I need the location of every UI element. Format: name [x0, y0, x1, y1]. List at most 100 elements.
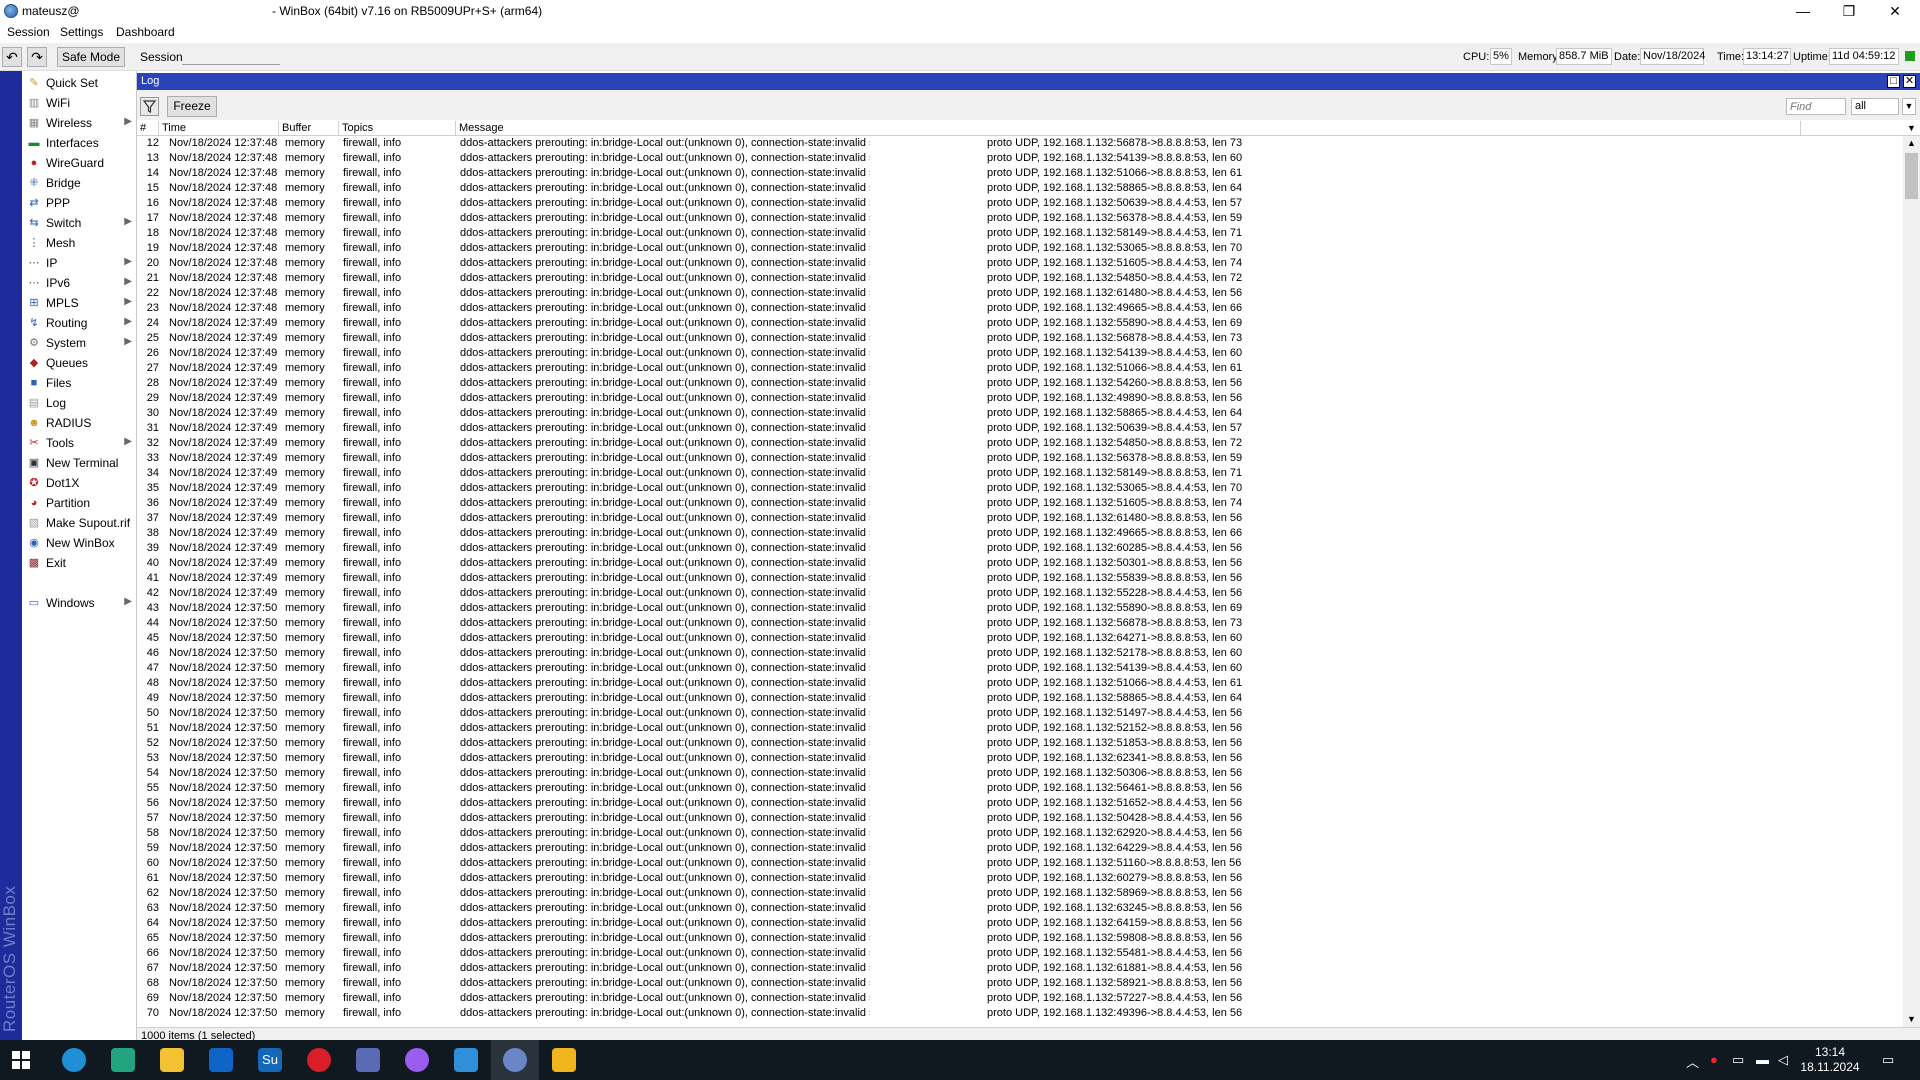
table-row[interactable]: 39 Nov/18/2024 12:37:49 memory firewall, in… — [137, 541, 1903, 556]
sidebar-item-files[interactable]: ■ Files — [22, 373, 136, 393]
table-row[interactable]: 69 Nov/18/2024 12:37:50 memory firewall, in… — [137, 991, 1903, 1006]
table-row[interactable]: 42 Nov/18/2024 12:37:49 memory firewall, in… — [137, 586, 1903, 601]
table-row[interactable]: 66 Nov/18/2024 12:37:50 memory firewall, in… — [137, 946, 1903, 961]
table-row[interactable]: 60 Nov/18/2024 12:37:50 memory firewall, in… — [137, 856, 1903, 871]
column-header-time[interactable]: Time — [159, 121, 279, 136]
table-row[interactable]: 51 Nov/18/2024 12:37:50 memory firewall, in… — [137, 721, 1903, 736]
column-header-message[interactable]: Message — [456, 121, 1801, 136]
table-row[interactable]: 30 Nov/18/2024 12:37:49 memory firewall, in… — [137, 406, 1903, 421]
table-row[interactable]: 24 Nov/18/2024 12:37:49 memory firewall, in… — [137, 316, 1903, 331]
column-header-topics[interactable]: Topics — [339, 121, 456, 136]
table-row[interactable]: 29 Nov/18/2024 12:37:49 memory firewall, in… — [137, 391, 1903, 406]
menu-dashboard[interactable]: Dashboard — [116, 25, 175, 39]
vertical-scrollbar[interactable]: ▲ ▼ — [1903, 136, 1920, 1027]
table-row[interactable]: 63 Nov/18/2024 12:37:50 memory firewall, in… — [137, 901, 1903, 916]
session-input[interactable] — [182, 48, 280, 65]
sidebar-item-dot1x[interactable]: ✪ Dot1X — [22, 473, 136, 493]
table-row[interactable]: 13 Nov/18/2024 12:37:48 memory firewall, in… — [137, 151, 1903, 166]
table-row[interactable]: 16 Nov/18/2024 12:37:48 memory firewall, in… — [137, 196, 1903, 211]
taskbar-remote-desktop-icon[interactable] — [454, 1048, 478, 1072]
sidebar-item-tools[interactable]: ✂ Tools ▶ — [22, 433, 136, 453]
table-row[interactable]: 17 Nov/18/2024 12:37:48 memory firewall, in… — [137, 211, 1903, 226]
sidebar-item-wireless[interactable]: ▦ Wireless ▶ — [22, 113, 136, 133]
taskbar-edge-new-icon[interactable] — [111, 1048, 135, 1072]
sidebar-item-wireguard[interactable]: ● WireGuard — [22, 153, 136, 173]
column-header-buffer[interactable]: Buffer — [279, 121, 339, 136]
scroll-down-icon[interactable]: ▼ — [1903, 1012, 1920, 1027]
sidebar-item-new-terminal[interactable]: ▣ New Terminal — [22, 453, 136, 473]
sidebar-item-switch[interactable]: ⇆ Switch ▶ — [22, 213, 136, 233]
sidebar-item-new-winbox[interactable]: ◉ New WinBox — [22, 533, 136, 553]
table-row[interactable]: 36 Nov/18/2024 12:37:49 memory firewall, in… — [137, 496, 1903, 511]
table-row[interactable]: 14 Nov/18/2024 12:37:48 memory firewall, in… — [137, 166, 1903, 181]
volume-icon[interactable]: ◁ — [1778, 1052, 1788, 1068]
sidebar-item-bridge[interactable]: ⁜ Bridge — [22, 173, 136, 193]
table-row[interactable]: 31 Nov/18/2024 12:37:49 memory firewall, in… — [137, 421, 1903, 436]
table-row[interactable]: 38 Nov/18/2024 12:37:49 memory firewall, in… — [137, 526, 1903, 541]
scrollbar-thumb[interactable] — [1905, 153, 1918, 199]
table-row[interactable]: 33 Nov/18/2024 12:37:49 memory firewall, in… — [137, 451, 1903, 466]
sidebar-item-exit[interactable]: ▩ Exit — [22, 553, 136, 573]
table-row[interactable]: 70 Nov/18/2024 12:37:50 memory firewall, in… — [137, 1006, 1903, 1021]
sidebar-item-queues[interactable]: ◆ Queues — [22, 353, 136, 373]
table-row[interactable]: 23 Nov/18/2024 12:37:48 memory firewall, in… — [137, 301, 1903, 316]
table-row[interactable]: 58 Nov/18/2024 12:37:50 memory firewall, in… — [137, 826, 1903, 841]
table-row[interactable]: 65 Nov/18/2024 12:37:50 memory firewall, in… — [137, 931, 1903, 946]
freeze-button[interactable]: Freeze — [167, 96, 217, 117]
menu-settings[interactable]: Settings — [60, 25, 103, 39]
table-row[interactable]: 34 Nov/18/2024 12:37:49 memory firewall, in… — [137, 466, 1903, 481]
close-log-button[interactable]: ✕ — [1903, 75, 1916, 88]
sidebar-item-radius[interactable]: ☻ RADIUS — [22, 413, 136, 433]
tray-chevron-up-icon[interactable]: ︿ — [1686, 1052, 1699, 1071]
sidebar-item-make-supout[interactable]: ▧ Make Supout.rif — [22, 513, 136, 533]
sidebar-item-log[interactable]: ▤ Log — [22, 393, 136, 413]
sidebar-item-windows[interactable]: ▭ Windows ▶ — [22, 593, 136, 613]
table-row[interactable]: 44 Nov/18/2024 12:37:50 memory firewall, in… — [137, 616, 1903, 631]
taskbar-app-icon[interactable] — [356, 1048, 380, 1072]
sidebar-item-quick-set[interactable]: ✎ Quick Set — [22, 73, 136, 93]
sidebar-item-partition[interactable]: ◕ Partition — [22, 493, 136, 513]
taskbar-winbox-icon[interactable] — [503, 1048, 527, 1072]
windows-start-button[interactable] — [12, 1051, 30, 1069]
sidebar-item-routing[interactable]: ↯ Routing ▶ — [22, 313, 136, 333]
undo-button[interactable]: ↶ — [2, 47, 22, 67]
table-row[interactable]: 37 Nov/18/2024 12:37:49 memory firewall, in… — [137, 511, 1903, 526]
network-icon[interactable]: ▭ — [1732, 1052, 1744, 1068]
scroll-up-icon[interactable]: ▲ — [1903, 136, 1920, 151]
table-row[interactable]: 61 Nov/18/2024 12:37:50 memory firewall, in… — [137, 871, 1903, 886]
tray-app-icon[interactable]: ● — [1710, 1052, 1718, 1067]
table-row[interactable]: 25 Nov/18/2024 12:37:49 memory firewall, in… — [137, 331, 1903, 346]
table-row[interactable]: 47 Nov/18/2024 12:37:50 memory firewall, in… — [137, 661, 1903, 676]
taskbar-opera-icon[interactable] — [307, 1048, 331, 1072]
sidebar-item-ppp[interactable]: ⇄ PPP — [22, 193, 136, 213]
table-row[interactable]: 27 Nov/18/2024 12:37:49 memory firewall, in… — [137, 361, 1903, 376]
taskbar-file-explorer-icon[interactable] — [160, 1048, 184, 1072]
taskbar-edge-icon[interactable] — [62, 1048, 86, 1072]
table-row[interactable]: 22 Nov/18/2024 12:37:48 memory firewall, in… — [137, 286, 1903, 301]
taskbar-supremo-icon[interactable]: Su — [258, 1048, 282, 1072]
taskbar-chat-icon[interactable] — [552, 1048, 576, 1072]
close-window-button[interactable]: ✕ — [1872, 0, 1918, 22]
sidebar-item-interfaces[interactable]: ▬ Interfaces — [22, 133, 136, 153]
table-row[interactable]: 41 Nov/18/2024 12:37:49 memory firewall, in… — [137, 571, 1903, 586]
column-header-number[interactable]: # — [137, 121, 159, 136]
table-row[interactable]: 55 Nov/18/2024 12:37:50 memory firewall, in… — [137, 781, 1903, 796]
table-row[interactable]: 26 Nov/18/2024 12:37:49 memory firewall, in… — [137, 346, 1903, 361]
table-row[interactable]: 32 Nov/18/2024 12:37:49 memory firewall, in… — [137, 436, 1903, 451]
table-row[interactable]: 40 Nov/18/2024 12:37:49 memory firewall, in… — [137, 556, 1903, 571]
tray-clock[interactable]: 13:14 18.11.2024 — [1795, 1045, 1865, 1075]
table-row[interactable]: 59 Nov/18/2024 12:37:50 memory firewall, in… — [137, 841, 1903, 856]
sidebar-item-ip[interactable]: ⋯ IP ▶ — [22, 253, 136, 273]
safe-mode-button[interactable]: Safe Mode — [57, 47, 125, 67]
table-row[interactable]: 15 Nov/18/2024 12:37:48 memory firewall, in… — [137, 181, 1903, 196]
filter-button[interactable] — [140, 97, 159, 116]
taskbar-outlook-icon[interactable] — [209, 1048, 233, 1072]
sidebar-item-system[interactable]: ⚙ System ▶ — [22, 333, 136, 353]
table-row[interactable]: 19 Nov/18/2024 12:37:48 memory firewall, in… — [137, 241, 1903, 256]
redo-button[interactable]: ↷ — [27, 47, 47, 67]
table-row[interactable]: 45 Nov/18/2024 12:37:50 memory firewall, in… — [137, 631, 1903, 646]
sidebar-item-mesh[interactable]: ⋮ Mesh — [22, 233, 136, 253]
table-row[interactable]: 35 Nov/18/2024 12:37:49 memory firewall, in… — [137, 481, 1903, 496]
taskbar-messenger-icon[interactable] — [405, 1048, 429, 1072]
sidebar-item-mpls[interactable]: ⊞ MPLS ▶ — [22, 293, 136, 313]
